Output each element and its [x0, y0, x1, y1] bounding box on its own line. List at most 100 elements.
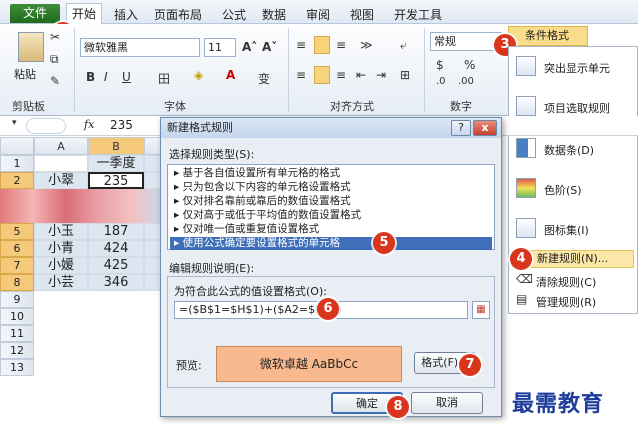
cell-b1[interactable]: 一季度: [88, 155, 144, 172]
number-group-label: 数字: [450, 100, 472, 113]
tab-formulas[interactable]: 公式: [222, 6, 246, 23]
name-box-dropdown-icon[interactable]: ▾: [12, 118, 17, 128]
menu-data-bars[interactable]: 数据条(D): [544, 142, 638, 158]
name-box[interactable]: [26, 118, 66, 134]
column-header-b[interactable]: B: [88, 137, 144, 155]
shrink-font-icon[interactable]: A˅: [262, 40, 277, 54]
close-button[interactable]: x: [473, 120, 497, 136]
border-icon[interactable]: 田: [158, 70, 170, 87]
align-bottom-icon[interactable]: ≡: [336, 38, 346, 52]
orientation-icon[interactable]: ≫: [360, 38, 373, 52]
currency-icon[interactable]: $: [436, 58, 444, 72]
rule-type-list[interactable]: ▸ 基于各自值设置所有单元格的格式 ▸ 只为包含以下内容的单元格设置格式 ▸ 仅…: [167, 164, 495, 250]
cell-a6[interactable]: 小青: [34, 240, 88, 257]
underline-button[interactable]: U: [122, 70, 131, 84]
row-header[interactable]: 2: [0, 172, 34, 189]
grow-font-icon[interactable]: A˄: [242, 40, 257, 54]
menu-highlight-rules[interactable]: 突出显示单元: [544, 60, 638, 76]
tab-insert[interactable]: 插入: [114, 6, 138, 23]
rule-option[interactable]: ▸ 只为包含以下内容的单元格设置格式: [170, 181, 492, 194]
range-select-icon[interactable]: ▦: [472, 301, 490, 319]
cut-icon[interactable]: ✂: [50, 30, 60, 44]
align-right-icon[interactable]: ≡: [336, 68, 346, 82]
row-header[interactable]: 10: [0, 308, 34, 325]
menu-manage-rules[interactable]: 管理规则(R): [536, 294, 638, 310]
rule-option-label: 仅对高于或低于平均值的数值设置格式: [182, 209, 362, 221]
number-format-select[interactable]: 常规: [430, 32, 502, 51]
manage-rules-icon: ▤: [516, 292, 528, 306]
dialog-title: 新建格式规则: [161, 118, 501, 138]
format-preview: 微软卓越 AaBbCc: [216, 346, 402, 382]
font-size-select[interactable]: 11: [204, 38, 236, 57]
conditional-format-button[interactable]: 条件格式: [508, 26, 588, 46]
menu-top-bottom-rules[interactable]: 项目选取规则: [544, 100, 638, 116]
align-center-icon[interactable]: [314, 66, 330, 84]
align-middle-icon[interactable]: [314, 36, 330, 54]
italic-button[interactable]: I: [104, 70, 108, 84]
tab-page-layout[interactable]: 页面布局: [154, 6, 202, 23]
menu-clear-rules[interactable]: 清除规则(C): [536, 274, 638, 290]
cell-a1[interactable]: [34, 155, 88, 172]
wrap-text-icon[interactable]: ⤶: [400, 38, 407, 53]
font-name-select[interactable]: 微软雅黑: [80, 38, 200, 57]
row-header[interactable]: 5: [0, 223, 34, 240]
clipboard-group-label: 剪贴板: [12, 100, 45, 113]
bold-button[interactable]: B: [86, 70, 95, 84]
help-button[interactable]: ?: [451, 120, 471, 136]
row-header[interactable]: 7: [0, 257, 34, 274]
format-painter-icon[interactable]: ✎: [50, 74, 60, 88]
increase-decimal-icon[interactable]: .0: [436, 76, 446, 87]
align-top-icon[interactable]: ≡: [296, 38, 306, 52]
row-header[interactable]: 9: [0, 291, 34, 308]
rule-option[interactable]: ▸ 基于各自值设置所有单元格的格式: [170, 167, 492, 180]
tab-developer[interactable]: 开发工具: [394, 6, 442, 23]
paste-icon[interactable]: [18, 32, 44, 62]
align-left-icon[interactable]: ≡: [296, 68, 306, 82]
cell-a2[interactable]: 小翠: [34, 172, 88, 189]
cell-a8[interactable]: 小芸: [34, 274, 88, 291]
rule-option-selected[interactable]: ▸ 使用公式确定要设置格式的单元格: [170, 237, 492, 250]
rule-option-label: 仅对排名靠前或靠后的数值设置格式: [182, 195, 351, 207]
paste-button[interactable]: 粘贴: [14, 66, 36, 82]
fx-icon[interactable]: fx: [84, 118, 94, 131]
step-badge-4: 4: [510, 248, 532, 270]
phonetic-icon[interactable]: 变: [258, 70, 270, 87]
row-header[interactable]: 13: [0, 359, 34, 376]
merge-icon[interactable]: ⊞: [400, 68, 410, 82]
menu-icon-sets[interactable]: 图标集(I): [544, 222, 638, 238]
percent-button[interactable]: %: [464, 58, 475, 72]
tab-view[interactable]: 视图: [350, 6, 374, 23]
row-header[interactable]: 1: [0, 155, 34, 172]
row-header[interactable]: 8: [0, 274, 34, 291]
increase-indent-icon[interactable]: ⇥: [376, 68, 386, 82]
select-all-corner[interactable]: [0, 137, 34, 155]
cell-b7[interactable]: 425: [88, 257, 144, 274]
cell-b5[interactable]: 187: [88, 223, 144, 240]
cancel-button[interactable]: 取消: [411, 392, 483, 414]
decrease-decimal-icon[interactable]: .00: [458, 76, 474, 87]
column-header-a[interactable]: A: [34, 137, 88, 155]
cell-b8[interactable]: 346: [88, 274, 144, 291]
row-header[interactable]: 12: [0, 342, 34, 359]
tab-review[interactable]: 审阅: [306, 6, 330, 23]
cell-a5[interactable]: 小玉: [34, 223, 88, 240]
fill-color-icon[interactable]: ◈: [194, 68, 203, 82]
file-tab[interactable]: 文件: [10, 4, 60, 23]
separator: [74, 28, 75, 112]
cell-b2[interactable]: 235: [88, 172, 144, 189]
rule-option[interactable]: ▸ 仅对排名靠前或靠后的数值设置格式: [170, 195, 492, 208]
copy-icon[interactable]: ⧉: [50, 52, 59, 67]
formula-value[interactable]: 235: [110, 118, 133, 132]
rule-option[interactable]: ▸ 仅对高于或低于平均值的数值设置格式: [170, 209, 492, 222]
row-header[interactable]: 11: [0, 325, 34, 342]
rule-type-label: 选择规则类型(S):: [169, 148, 255, 161]
menu-color-scales[interactable]: 色阶(S): [544, 182, 638, 198]
tab-home[interactable]: 开始: [66, 3, 102, 24]
cell-b6[interactable]: 424: [88, 240, 144, 257]
tab-data[interactable]: 数据: [262, 6, 286, 23]
rule-option[interactable]: ▸ 仅对唯一值或重复值设置格式: [170, 223, 492, 236]
decrease-indent-icon[interactable]: ⇤: [356, 68, 366, 82]
row-header[interactable]: 6: [0, 240, 34, 257]
font-color-icon[interactable]: A: [226, 68, 235, 82]
cell-a7[interactable]: 小媛: [34, 257, 88, 274]
